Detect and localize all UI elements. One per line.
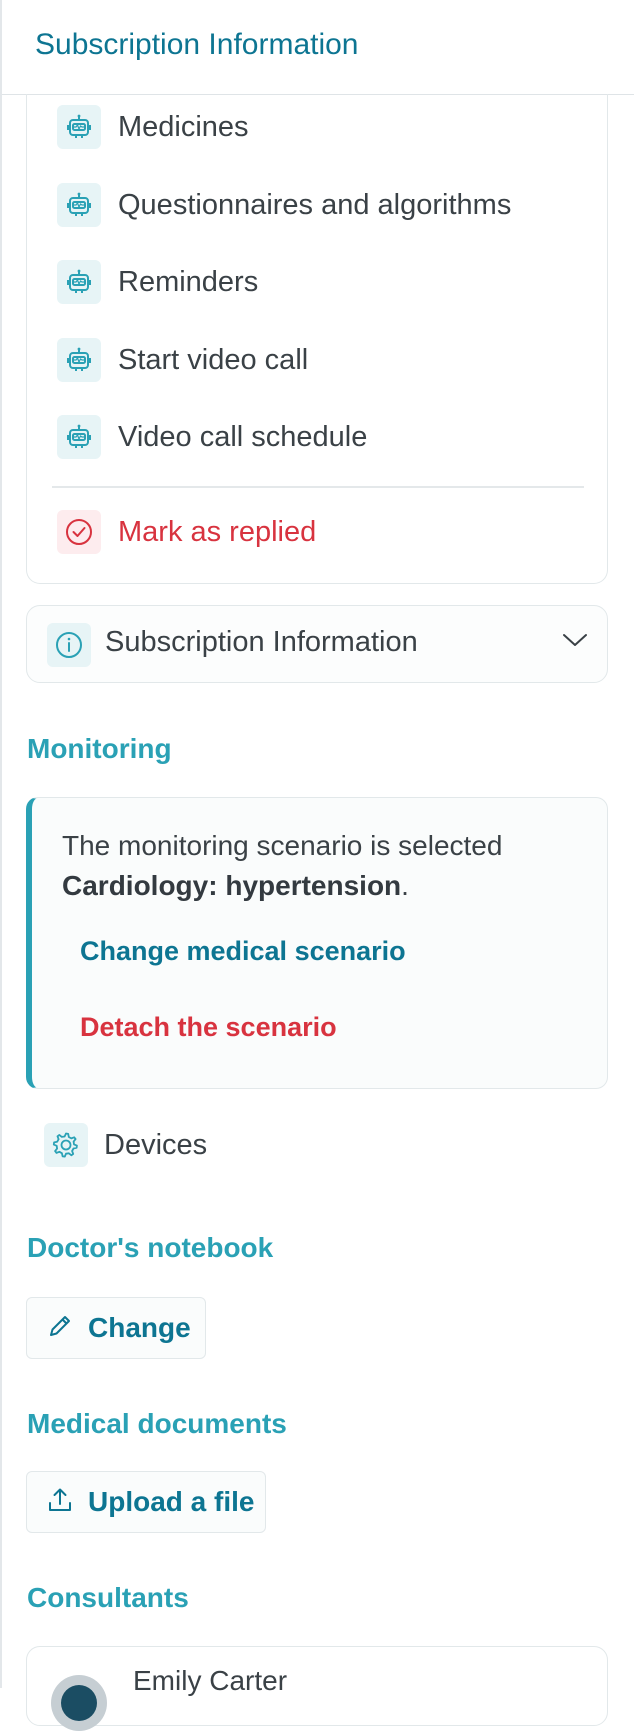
robot-icon: [57, 415, 101, 459]
subscription-info-accordion[interactable]: Subscription Information: [26, 605, 608, 683]
chevron-down-icon[interactable]: [561, 630, 589, 655]
change-medical-scenario-link[interactable]: Change medical scenario: [80, 936, 406, 967]
menu-item-label: Start video call: [118, 343, 309, 376]
scenario-suffix: .: [401, 870, 409, 901]
scenario-text: The monitoring scenario is selected: [62, 830, 503, 861]
menu-item-start-video-call[interactable]: Start video call: [57, 337, 308, 383]
devices-item[interactable]: Devices: [44, 1122, 207, 1168]
menu-item-label: Medicines: [118, 110, 249, 143]
upload-file-label: Upload a file: [88, 1486, 255, 1517]
check-circle-icon: [57, 510, 101, 554]
medical-documents-title: Medical documents: [27, 1408, 287, 1439]
notebook-change-label: Change: [88, 1312, 191, 1343]
robot-icon: [57, 105, 101, 149]
robot-icon: [57, 338, 101, 382]
notebook-change-button[interactable]: Change: [26, 1297, 206, 1359]
mark-as-replied-button[interactable]: Mark as replied: [57, 509, 316, 555]
robot-icon: [57, 183, 101, 227]
consultant-card[interactable]: Emily Carter: [26, 1646, 608, 1731]
menu-item-questionnaires[interactable]: Questionnaires and algorithms: [57, 182, 511, 228]
panel-left-border: [0, 0, 2, 1688]
menu-item-video-call-schedule[interactable]: Video call schedule: [57, 414, 367, 460]
devices-label: Devices: [104, 1128, 208, 1161]
consultants-title: Consultants: [27, 1582, 189, 1613]
page-title: Subscription Information: [35, 28, 359, 61]
pencil-icon: [45, 1311, 75, 1346]
robot-icon: [57, 260, 101, 304]
menu-divider: [52, 486, 584, 488]
menu-item-reminders[interactable]: Reminders: [57, 259, 258, 305]
avatar: [51, 1675, 107, 1731]
monitoring-title: Monitoring: [27, 733, 172, 764]
panel-header: Subscription Information: [2, 0, 634, 95]
menu-item-label: Questionnaires and algorithms: [118, 188, 512, 221]
menu-item-label: Reminders: [118, 265, 259, 298]
menu-item-medicines[interactable]: Medicines: [57, 104, 249, 150]
gear-icon: [44, 1123, 88, 1167]
upload-icon: [45, 1485, 75, 1520]
consultant-name: Emily Carter: [133, 1665, 288, 1696]
info-icon: [47, 623, 91, 667]
monitoring-scenario-box: The monitoring scenario is selected Cardi…: [26, 797, 608, 1089]
menu-item-label: Video call schedule: [118, 420, 368, 453]
scenario-description: The monitoring scenario is selected Cardi…: [62, 826, 582, 906]
accordion-label: Subscription Information: [105, 626, 418, 658]
scenario-name: Cardiology: hypertension: [62, 870, 402, 901]
detach-scenario-link[interactable]: Detach the scenario: [80, 1012, 337, 1043]
mark-as-replied-label: Mark as replied: [118, 515, 317, 548]
upload-file-button[interactable]: Upload a file: [26, 1471, 266, 1533]
doctors-notebook-title: Doctor's notebook: [27, 1232, 274, 1263]
